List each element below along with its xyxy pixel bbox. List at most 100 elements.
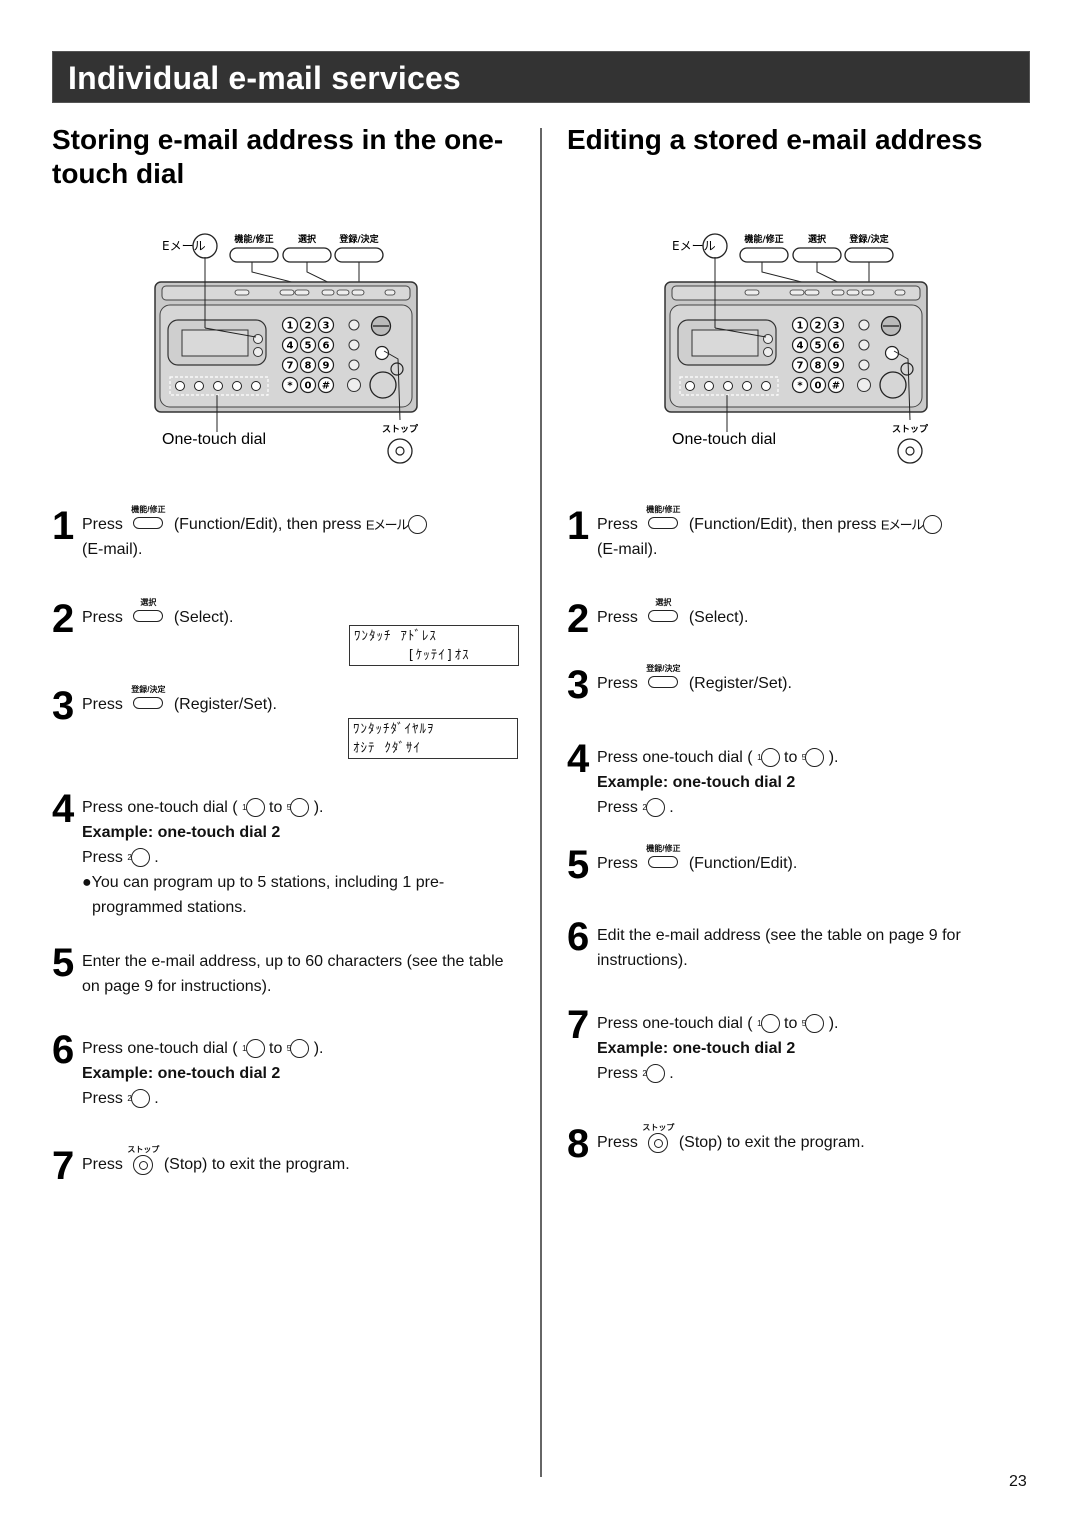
step-text: (Register/Set). (688, 675, 792, 692)
one-touch-dial-button (685, 381, 695, 391)
one-touch-dial-5-icon (290, 798, 310, 818)
button-caption: 機能/修正 (234, 233, 273, 245)
panel-button (763, 347, 773, 357)
side-button (858, 359, 870, 371)
step-text: ). (313, 1040, 324, 1057)
right-step-8: 8 Press ストップ (Stop) to exit the program. (567, 1123, 1027, 1164)
stop-label: ストップ (382, 423, 419, 435)
one-touch-dial-button (742, 381, 752, 391)
strip-button (789, 289, 805, 296)
step-number: 4 (52, 787, 75, 831)
step-text: . (669, 1065, 674, 1082)
side-button (348, 339, 360, 351)
stop-button-icon: ストップ (642, 1123, 674, 1155)
one-touch-dial-5-icon (290, 1039, 310, 1059)
fax-panel-svg: Eメール 機能/修正 選択 登録/決定 1 2 3 4 5 6 7 8 9 * 0 # One-touch di… (664, 233, 929, 464)
strip-button (321, 289, 335, 296)
panel-button-icon (229, 247, 279, 263)
one-touch-dial-2-icon (645, 1064, 665, 1084)
step-text: Press one-touch dial ( (82, 1040, 238, 1057)
step-text: . (154, 849, 159, 866)
one-touch-dial-label: One-touch dial (162, 431, 266, 448)
step-text: Edit the e-mail address (see the table o… (597, 927, 961, 969)
left-step-1: 1 Press 機能/修正 (Function/Edit), then pres… (52, 505, 522, 562)
fax-panel-diagram-right: Eメール 機能/修正 選択 登録/決定 1 2 3 4 5 6 7 8 9 * 0 # One-touch di… (660, 220, 940, 470)
function-edit-button-icon: 機能/修正 (646, 505, 680, 537)
step-text: Press (82, 516, 123, 533)
right-step-2: 2 Press 選択 (Select). (567, 598, 1027, 639)
step-text: (Stop) to exit the program. (678, 1134, 865, 1151)
keypad-key-label: 4 (797, 341, 804, 352)
email-label: Eメール (162, 239, 206, 253)
step-text: Press one-touch dial ( (597, 1015, 753, 1032)
step-text: (Register/Set). (173, 696, 277, 713)
navigator-key (879, 371, 907, 399)
navigator-side-key (390, 362, 404, 376)
one-touch-dial-1-icon (245, 1039, 265, 1059)
button-caption: 登録/決定 (848, 233, 889, 245)
right-step-4: 4 Press one-touch dial ( 1 to 5 ). Examp… (567, 739, 1027, 820)
panel-button-icon (282, 247, 332, 263)
panel-button-icon (334, 247, 384, 263)
left-step-5: 5 Enter the e-mail address, up to 60 cha… (52, 943, 522, 999)
panel-button-icon (792, 247, 842, 263)
right-step-6: 6 Edit the e-mail address (see the table… (567, 917, 1027, 973)
panel-button (253, 347, 263, 357)
step-text: Press (597, 799, 638, 816)
keypad-key-label: * (287, 381, 293, 392)
step-text: Enter the e-mail address, up to 60 chara… (82, 953, 504, 995)
step-number: 6 (567, 915, 590, 959)
side-button (858, 339, 870, 351)
one-touch-dial-button (251, 381, 261, 391)
one-touch-dial-button (175, 381, 185, 391)
step-text: Press (82, 609, 123, 626)
lcd-display-2: ﾜﾝﾀｯﾁﾀﾞｲﾔﾙｦ ｵｼﾃ ｸﾀﾞｻｲ (348, 718, 518, 759)
email-button-icon (922, 515, 942, 535)
stop-label: ストップ (892, 423, 929, 435)
navigator-key (369, 371, 397, 399)
button-caption: 機能/修正 (131, 505, 166, 515)
step-number: 3 (567, 663, 590, 707)
one-touch-dial-1-icon (760, 1014, 780, 1034)
one-touch-dial-1-icon (760, 748, 780, 768)
right-step-1: 1 Press 機能/修正 (Function/Edit), then pres… (567, 505, 1027, 562)
step-text: to (269, 1040, 283, 1057)
keypad-key-label: 2 (305, 321, 312, 332)
step-number: 5 (567, 843, 590, 887)
example-label: Example: one-touch dial 2 (82, 1065, 281, 1082)
left-step-3: 3 Press 登録/決定 (Register/Set). (52, 685, 522, 726)
step-text: Press (597, 1065, 638, 1082)
page-number: 23 (1009, 1473, 1027, 1490)
lcd-display-1: ﾜﾝﾀｯﾁ ｱﾄﾞﾚｽ [ｹｯﾃｲ]ｵｽ (349, 625, 519, 666)
one-touch-dial-5-icon (805, 1014, 825, 1034)
function-edit-button-icon: 機能/修正 (646, 844, 680, 876)
keypad-key-label: # (322, 381, 330, 392)
strip-button (846, 289, 860, 296)
section-header-bar: Individual e-mail services (52, 51, 1030, 103)
keypad-key-label: 7 (797, 361, 804, 372)
step-number: 5 (52, 941, 75, 985)
one-touch-dial-2-icon (645, 798, 665, 818)
example-label: Example: one-touch dial 2 (597, 774, 796, 791)
one-touch-dial-button (704, 381, 714, 391)
step-text: Press (597, 609, 638, 626)
step-number: 8 (567, 1122, 590, 1166)
select-button-icon: 選択 (133, 598, 164, 630)
panel-button-icon (844, 247, 894, 263)
panel-button-icon (739, 247, 789, 263)
left-step-7: 7 Press ストップ (Stop) to exit the program. (52, 1145, 522, 1186)
keypad-key-label: 5 (815, 341, 822, 352)
step-text: (Function/Edit). (688, 855, 798, 872)
step-text: to (784, 1015, 798, 1032)
keypad-key-label: 3 (323, 321, 330, 332)
step-number: 2 (567, 597, 590, 641)
step-text: Press (597, 516, 638, 533)
keypad-key-label: 8 (815, 361, 822, 372)
column-divider (540, 128, 542, 1477)
keypad-key-label: 1 (797, 321, 804, 332)
step-number: 1 (567, 504, 590, 548)
section-title-editing: Editing a stored e-mail address (567, 124, 983, 155)
fax-panel-svg: Eメール 機能/修正 選択 登録/決定 1 2 3 4 5 6 7 8 9 * 0 # One-touch di… (154, 233, 419, 464)
one-touch-dial-button (723, 381, 733, 391)
button-caption: 機能/修正 (646, 505, 681, 515)
